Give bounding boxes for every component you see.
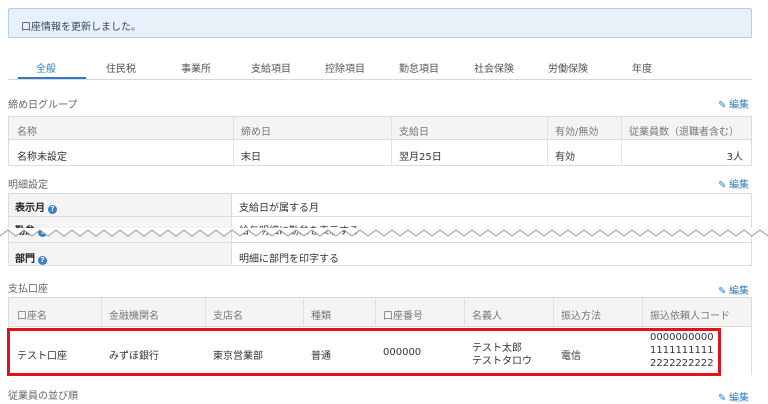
holder-kana: テストタロウ [472,356,532,367]
tab-deduction-items[interactable]: 控除項目 [325,60,365,75]
tab-year[interactable]: 年度 [632,60,652,75]
tab-labor-insurance[interactable]: 労働保険 [548,60,588,75]
help-icon[interactable]: ? [38,256,47,265]
account-type: 普通 [311,351,331,362]
col-status: 有効/無効 [555,127,599,138]
employee-order-edit-button[interactable]: ✎ 編集 [718,389,749,404]
col-pay-day: 支給日 [399,127,429,138]
torn-edge-divider [0,228,768,237]
account-row-highlight[interactable]: テスト口座 みずほ銀行 東京営業部 普通 000000 テスト太郎 テストタロウ… [7,328,721,376]
edit-label: 編集 [729,180,749,191]
employee-order-title: 従業員の並び順 [8,391,78,402]
requester-code-3: 2222222222 [650,358,714,369]
group-status: 有効 [555,152,575,163]
pay-day: 翌月25日 [399,152,442,163]
detail-settings-edit-button[interactable]: ✎ 編集 [718,176,749,191]
employee-count: 3人 [726,152,743,163]
closing-day: 末日 [241,152,261,163]
col-name: 名称 [17,127,37,138]
payment-account-edit-button[interactable]: ✎ 編集 [718,282,749,297]
account-number: 000000 [383,347,422,358]
department-label: 部門? [15,250,47,265]
col-requester-code: 振込依頼人コード [650,311,730,322]
requester-code-1: 0000000000 [650,332,714,343]
table-header: 名称 締め日 支給日 有効/無効 従業員数（退職者含む） [9,117,751,140]
col-closing-day: 締め日 [241,127,271,138]
pencil-icon: ✎ [718,286,727,297]
table-header: 口座名 金融機関名 支店名 種類 口座番号 名義人 振込方法 振込依頼人コード [9,298,751,327]
closing-group-table: 名称 締め日 支給日 有効/無効 従業員数（退職者含む） 名称未設定 末日 翌月… [8,116,752,166]
display-month-value: 支給日が属する月 [239,203,319,214]
detail-settings-title: 明細設定 [8,180,48,191]
col-employee-count: 従業員数（退職者含む） [629,127,739,138]
active-tab-indicator [18,77,86,79]
col-transfer-method: 振込方法 [561,311,601,322]
tab-office[interactable]: 事業所 [181,60,211,75]
tab-social-insurance[interactable]: 社会保険 [474,60,514,75]
col-holder: 名義人 [472,311,502,322]
pencil-icon: ✎ [718,100,727,111]
col-account-name: 口座名 [17,311,47,322]
settings-tabs: 全般 住民税 事業所 支給項目 控除項目 勤怠項目 社会保険 労働保険 年度 [8,54,752,80]
account-name: テスト口座 [17,351,67,362]
display-month-label: 表示月? [15,199,57,214]
pencil-icon: ✎ [718,393,727,404]
branch-name: 東京営業部 [213,351,263,362]
help-icon[interactable]: ? [48,205,57,214]
tab-resident-tax[interactable]: 住民税 [106,60,136,75]
tab-payment-items[interactable]: 支給項目 [251,60,291,75]
requester-code-2: 1111111111 [650,345,714,356]
department-value: 明細に部門を印字する [239,254,339,265]
bank-name: みずほ銀行 [109,351,159,362]
group-name: 名称未設定 [17,152,67,163]
closing-group-edit-button[interactable]: ✎ 編集 [718,96,749,111]
col-type: 種類 [311,311,331,322]
success-alert: 口座情報を更新しました。 [8,8,752,38]
alert-message: 口座情報を更新しました。 [21,22,141,33]
payment-account-title: 支払口座 [8,284,48,295]
col-account-number: 口座番号 [383,311,423,322]
closing-group-title: 締め日グループ [8,100,78,111]
tab-general[interactable]: 全般 [36,60,56,75]
transfer-method: 電信 [561,351,581,362]
col-bank: 金融機関名 [109,311,159,322]
col-branch: 支店名 [213,311,243,322]
pencil-icon: ✎ [718,180,727,191]
edit-label: 編集 [729,100,749,111]
edit-label: 編集 [729,286,749,297]
tab-attendance-items[interactable]: 勤怠項目 [399,60,439,75]
edit-label: 編集 [729,393,749,404]
